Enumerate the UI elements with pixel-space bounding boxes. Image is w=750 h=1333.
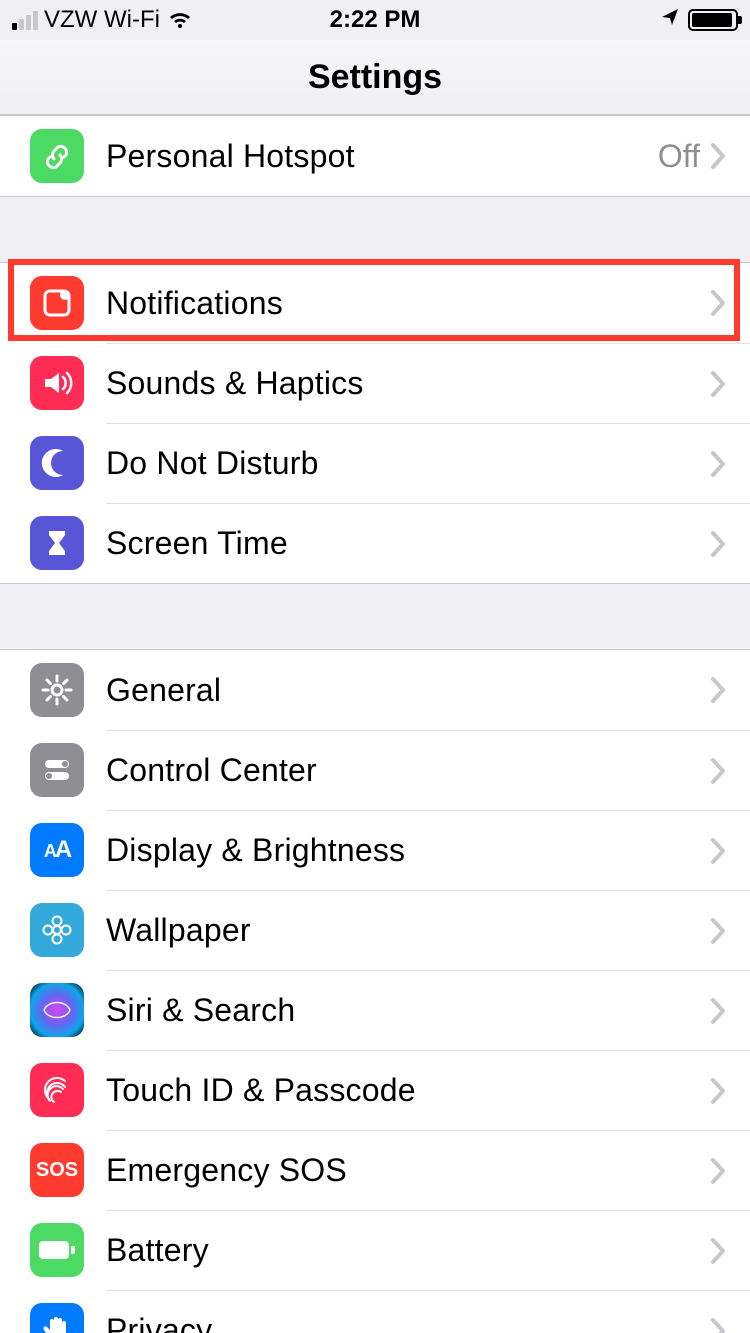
- chevron-right-icon: [710, 1317, 726, 1333]
- row-label: Siri & Search: [106, 992, 710, 1029]
- settings-row-privacy[interactable]: Privacy: [0, 1290, 750, 1333]
- row-label: Screen Time: [106, 525, 710, 562]
- row-label: Privacy: [106, 1312, 710, 1333]
- chevron-right-icon: [710, 1157, 726, 1185]
- row-label: Battery: [106, 1232, 710, 1269]
- row-content: Sounds & Haptics: [106, 343, 750, 423]
- section-spacer: [0, 197, 750, 262]
- battery-icon: [30, 1223, 84, 1277]
- row-content: Siri & Search: [106, 970, 750, 1050]
- row-label: Sounds & Haptics: [106, 365, 710, 402]
- row-content: Do Not Disturb: [106, 423, 750, 503]
- moon-icon: [30, 436, 84, 490]
- settings-row-display-brightness[interactable]: AA Display & Brightness: [0, 810, 750, 890]
- siri-icon: [30, 983, 84, 1037]
- section-spacer: [0, 584, 750, 649]
- settings-section: Notifications Sounds & Haptics Do Not Dist…: [0, 262, 750, 584]
- fingerprint-icon: [30, 1063, 84, 1117]
- row-content: Screen Time: [106, 503, 750, 583]
- settings-row-control-center[interactable]: Control Center: [0, 730, 750, 810]
- chevron-right-icon: [710, 997, 726, 1025]
- row-label: Personal Hotspot: [106, 138, 658, 175]
- settings-row-sounds-haptics[interactable]: Sounds & Haptics: [0, 343, 750, 423]
- row-content: Display & Brightness: [106, 810, 750, 890]
- row-content: Wallpaper: [106, 890, 750, 970]
- settings-list[interactable]: Personal HotspotOff Notifications Sounds &…: [0, 115, 750, 1333]
- settings-row-do-not-disturb[interactable]: Do Not Disturb: [0, 423, 750, 503]
- row-content: Notifications: [106, 263, 750, 343]
- row-label: Do Not Disturb: [106, 445, 710, 482]
- chevron-right-icon: [710, 289, 726, 317]
- settings-row-screen-time[interactable]: Screen Time: [0, 503, 750, 583]
- chevron-right-icon: [710, 530, 726, 558]
- chevron-right-icon: [710, 450, 726, 478]
- row-value: Off: [658, 138, 700, 175]
- chevron-right-icon: [710, 1077, 726, 1105]
- battery-icon: [688, 9, 738, 31]
- hand-icon: [30, 1303, 84, 1333]
- row-content: General: [106, 650, 750, 730]
- chevron-right-icon: [710, 1237, 726, 1265]
- aa-icon: AA: [30, 823, 84, 877]
- row-content: Control Center: [106, 730, 750, 810]
- row-label: Emergency SOS: [106, 1152, 710, 1189]
- hourglass-icon: [30, 516, 84, 570]
- status-bar: VZW Wi-Fi 2:22 PM: [0, 0, 750, 40]
- status-time: 2:22 PM: [0, 6, 750, 34]
- settings-row-general[interactable]: General: [0, 650, 750, 730]
- row-content: Privacy: [106, 1290, 750, 1333]
- row-content: Personal HotspotOff: [106, 116, 750, 196]
- chevron-right-icon: [710, 917, 726, 945]
- chevron-right-icon: [710, 676, 726, 704]
- row-content: Battery: [106, 1210, 750, 1290]
- chevron-right-icon: [710, 837, 726, 865]
- settings-row-siri-search[interactable]: Siri & Search: [0, 970, 750, 1050]
- nav-header: Settings: [0, 40, 750, 115]
- row-label: Display & Brightness: [106, 832, 710, 869]
- row-content: Emergency SOS: [106, 1130, 750, 1210]
- speaker-icon: [30, 356, 84, 410]
- settings-row-wallpaper[interactable]: Wallpaper: [0, 890, 750, 970]
- settings-section: General Control Center AA Display & Brightn…: [0, 649, 750, 1333]
- toggles-icon: [30, 743, 84, 797]
- sos-icon: SOS: [30, 1143, 84, 1197]
- settings-row-battery[interactable]: Battery: [0, 1210, 750, 1290]
- chevron-right-icon: [710, 370, 726, 398]
- row-label: General: [106, 672, 710, 709]
- settings-row-touchid-passcode[interactable]: Touch ID & Passcode: [0, 1050, 750, 1130]
- page-title: Settings: [308, 58, 442, 97]
- chevron-right-icon: [710, 142, 726, 170]
- link-icon: [30, 129, 84, 183]
- row-label: Notifications: [106, 285, 710, 322]
- flower-icon: [30, 903, 84, 957]
- settings-row-emergency-sos[interactable]: SOS Emergency SOS: [0, 1130, 750, 1210]
- settings-row-personal-hotspot[interactable]: Personal HotspotOff: [0, 116, 750, 196]
- row-label: Touch ID & Passcode: [106, 1072, 710, 1109]
- notification-icon: [30, 276, 84, 330]
- row-content: Touch ID & Passcode: [106, 1050, 750, 1130]
- row-label: Wallpaper: [106, 912, 710, 949]
- chevron-right-icon: [710, 757, 726, 785]
- row-label: Control Center: [106, 752, 710, 789]
- settings-section: Personal HotspotOff: [0, 115, 750, 197]
- settings-row-notifications[interactable]: Notifications: [0, 263, 750, 343]
- gear-icon: [30, 663, 84, 717]
